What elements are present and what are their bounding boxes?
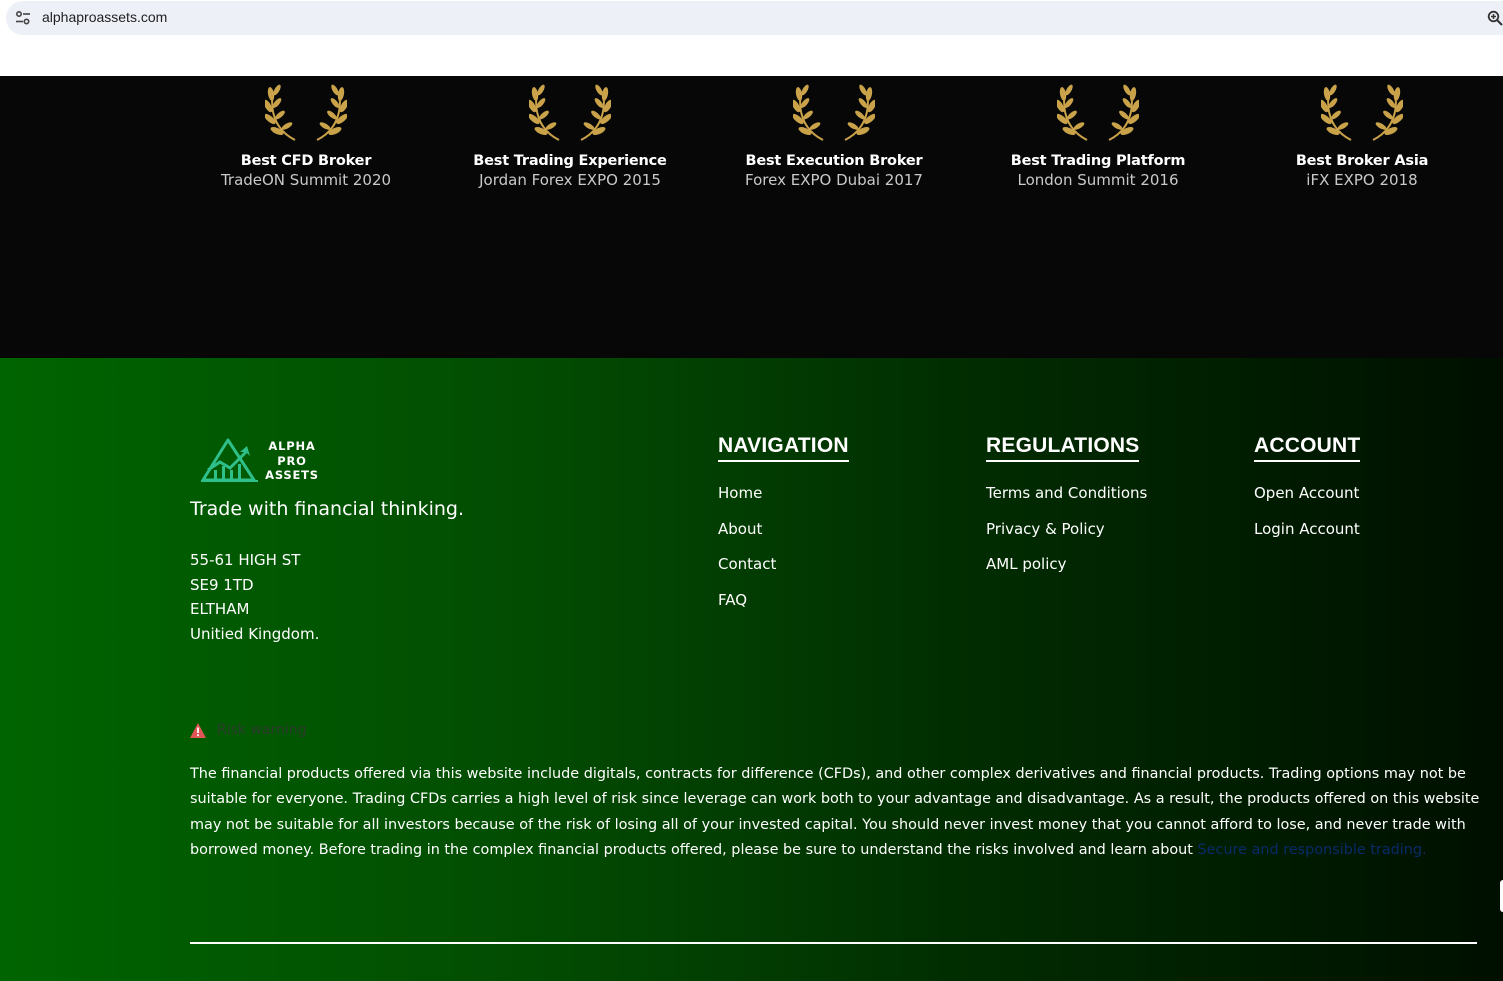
award-title: Best Execution Broker (745, 153, 923, 169)
award-item: Best CFD Broker TradeON Summit 2020 (186, 76, 426, 189)
risk-warning-header: Risk warning (190, 722, 307, 738)
award-subtitle: Jordan Forex EXPO 2015 (479, 171, 661, 189)
award-title: Best Broker Asia (1295, 153, 1429, 169)
award-item: Best Broker Asia iFX EXPO 2018 (1242, 76, 1482, 189)
award-title: Best Trading Experience (473, 153, 667, 169)
regulations-column: REGULATIONS Terms and Conditions Privacy… (986, 434, 1147, 591)
company-address: 55-61 HIGH ST SE9 1TD ELTHAM Unitied Kin… (190, 548, 319, 647)
site-footer: ALPHA PRO ASSETS Trade with financial th… (0, 358, 1503, 981)
link-aml-policy[interactable]: AML policy (986, 555, 1147, 591)
tune-icon[interactable] (15, 10, 31, 26)
company-logo-icon[interactable] (200, 436, 260, 486)
nav-link-contact[interactable]: Contact (718, 555, 849, 591)
laurel-wreath-icon (529, 82, 611, 141)
logo-line: ASSETS (265, 468, 319, 482)
award-title: Best CFD Broker (240, 153, 372, 169)
award-title: Best Trading Platform (1010, 153, 1186, 169)
url-text[interactable]: alphaproassets.com (42, 9, 167, 25)
address-line: ELTHAM (190, 600, 250, 619)
address-line: Unitied Kingdom. (190, 625, 320, 644)
zoom-icon[interactable] (1487, 10, 1503, 26)
nav-link-home[interactable]: Home (718, 484, 849, 520)
risk-warning-label: Risk warning (217, 722, 307, 738)
address-line: 55-61 HIGH ST (190, 551, 301, 569)
laurel-wreath-icon (265, 82, 347, 141)
address-line: SE9 1TD (190, 575, 254, 594)
address-bar[interactable]: alphaproassets.com (6, 1, 1503, 35)
award-subtitle: TradeON Summit 2020 (220, 171, 392, 189)
responsible-trading-link[interactable]: Secure and responsible trading. (1198, 842, 1427, 858)
award-subtitle: Forex EXPO Dubai 2017 (745, 171, 923, 189)
logo-line: ALPHA (268, 439, 316, 453)
logo-wordmark[interactable]: ALPHA PRO ASSETS (262, 439, 322, 483)
award-item: Best Trading Platform London Summit 2016 (978, 76, 1218, 189)
footer-divider (190, 942, 1477, 944)
account-column: ACCOUNT Open Account Login Account (1254, 434, 1361, 556)
risk-disclaimer: The financial products offered via this … (190, 762, 1480, 863)
award-item: Best Execution Broker Forex EXPO Dubai 2… (714, 76, 954, 189)
awards-section: Best CFD Broker TradeON Summit 2020 Best… (0, 76, 1503, 358)
link-privacy-policy[interactable]: Privacy & Policy (986, 520, 1147, 556)
award-item: Best Trading Experience Jordan Forex EXP… (450, 76, 690, 189)
link-login-account[interactable]: Login Account (1254, 520, 1360, 556)
navigation-heading: NAVIGATION (718, 434, 849, 462)
account-heading: ACCOUNT (1254, 434, 1361, 462)
footer-tagline: Trade with financial thinking. (190, 498, 465, 520)
laurel-wreath-icon (1057, 82, 1139, 141)
navigation-column: NAVIGATION Home About Contact FAQ (718, 434, 849, 627)
regulations-heading: REGULATIONS (986, 434, 1140, 462)
link-open-account[interactable]: Open Account (1254, 484, 1360, 520)
nav-link-about[interactable]: About (718, 520, 849, 556)
award-subtitle: iFX EXPO 2018 (1306, 171, 1418, 189)
laurel-wreath-icon (1321, 82, 1403, 141)
nav-link-faq[interactable]: FAQ (718, 591, 849, 627)
logo-line: PRO (277, 453, 307, 468)
warning-triangle-icon (190, 722, 206, 738)
laurel-wreath-icon (793, 82, 875, 141)
award-subtitle: London Summit 2016 (1017, 171, 1179, 189)
link-terms-and-conditions[interactable]: Terms and Conditions (986, 484, 1147, 520)
